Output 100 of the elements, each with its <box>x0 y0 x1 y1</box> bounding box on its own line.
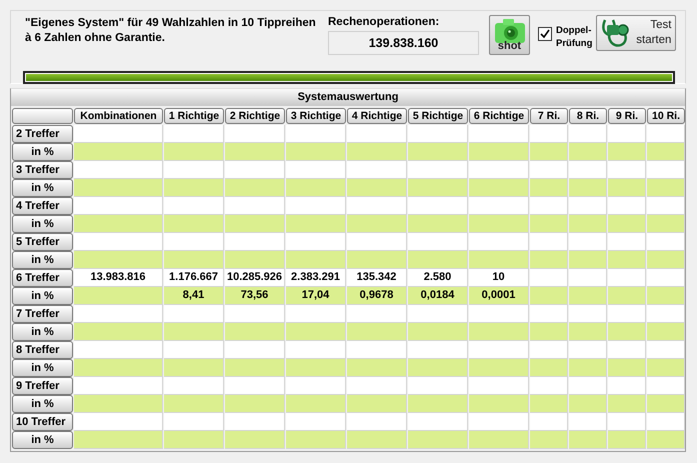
table-cell <box>164 377 224 395</box>
table-cell <box>469 125 529 143</box>
table-cell <box>569 197 607 215</box>
table-cell <box>286 377 346 395</box>
table-cell: 2.383.291 <box>286 269 346 287</box>
row-header: 8 Treffer <box>12 341 73 359</box>
row-header: in % <box>12 431 73 449</box>
table-cell <box>347 161 407 179</box>
table-cell <box>569 413 607 431</box>
table-cell <box>408 161 468 179</box>
column-header: 7 Ri. <box>530 108 568 124</box>
table-cell <box>469 431 529 449</box>
table-cell <box>347 215 407 233</box>
shot-button[interactable]: shot <box>489 15 530 55</box>
column-header: 3 Richtige <box>286 108 346 124</box>
table-cell <box>286 233 346 251</box>
table-cell <box>347 233 407 251</box>
table-cell <box>469 359 529 377</box>
table-cell <box>286 143 346 161</box>
table-cell <box>608 305 646 323</box>
row-header: 3 Treffer <box>12 161 73 179</box>
table-cell <box>286 161 346 179</box>
table-cell <box>408 125 468 143</box>
table-cell: 135.342 <box>347 269 407 287</box>
table-cell <box>225 395 285 413</box>
table-cell <box>469 377 529 395</box>
row-header: in % <box>12 215 73 233</box>
table-cell <box>164 413 224 431</box>
row-header: in % <box>12 287 73 305</box>
table-cell <box>408 323 468 341</box>
row-header: in % <box>12 359 73 377</box>
table-cell <box>569 431 607 449</box>
table-cell <box>408 395 468 413</box>
table-cell <box>530 251 568 269</box>
table-cell <box>608 341 646 359</box>
table-cell <box>569 359 607 377</box>
table-cell <box>408 305 468 323</box>
table-cell <box>530 269 568 287</box>
table-cell <box>408 233 468 251</box>
row-header: 10 Treffer <box>12 413 73 431</box>
test-start-button[interactable]: Test starten <box>596 15 676 51</box>
table-cell <box>569 305 607 323</box>
table-cell <box>225 305 285 323</box>
table-cell <box>408 215 468 233</box>
table-cell <box>347 431 407 449</box>
table-cell <box>225 323 285 341</box>
table-cell <box>469 215 529 233</box>
table-cell <box>530 323 568 341</box>
table-cell <box>569 287 607 305</box>
row-header: in % <box>12 143 73 161</box>
table-cell <box>225 161 285 179</box>
table-cell <box>225 143 285 161</box>
table-cell <box>608 215 646 233</box>
table-cell <box>569 143 607 161</box>
table-cell <box>569 215 607 233</box>
table-cell <box>530 305 568 323</box>
table-cell <box>286 413 346 431</box>
table-cell <box>530 395 568 413</box>
table-cell <box>347 125 407 143</box>
table-cell: 10 <box>469 269 529 287</box>
table-cell <box>164 323 224 341</box>
row-header: 4 Treffer <box>12 197 73 215</box>
table-cell <box>530 125 568 143</box>
table-cell <box>286 305 346 323</box>
table-cell <box>608 197 646 215</box>
table-cell <box>608 143 646 161</box>
table-cell <box>569 395 607 413</box>
table-cell <box>408 341 468 359</box>
table-cell: 73,56 <box>225 287 285 305</box>
table-cell <box>286 431 346 449</box>
column-header: 4 Richtige <box>347 108 407 124</box>
table-cell <box>608 395 646 413</box>
table-cell <box>569 161 607 179</box>
table-cell <box>469 251 529 269</box>
table-cell <box>225 125 285 143</box>
table-cell <box>608 359 646 377</box>
table-cell <box>347 341 407 359</box>
table-cell: 10.285.926 <box>225 269 285 287</box>
table-cell <box>608 179 646 197</box>
table-cell <box>286 359 346 377</box>
table-cell <box>530 341 568 359</box>
table-cell <box>569 323 607 341</box>
row-header: 7 Treffer <box>12 305 73 323</box>
table-cell <box>164 215 224 233</box>
column-header: Kombinationen <box>74 108 163 124</box>
double-check-checkbox[interactable] <box>538 27 552 41</box>
table-cell <box>608 413 646 431</box>
table-cell <box>164 233 224 251</box>
table-cell <box>469 413 529 431</box>
table-cell <box>347 251 407 269</box>
table-cell <box>530 143 568 161</box>
column-header: 5 Richtige <box>408 108 468 124</box>
table-cell <box>164 161 224 179</box>
table-cell <box>347 413 407 431</box>
table-cell <box>286 125 346 143</box>
table-cell <box>286 395 346 413</box>
table-cell <box>569 251 607 269</box>
table-cell <box>164 395 224 413</box>
row-header: in % <box>12 323 73 341</box>
table-cell <box>408 179 468 197</box>
